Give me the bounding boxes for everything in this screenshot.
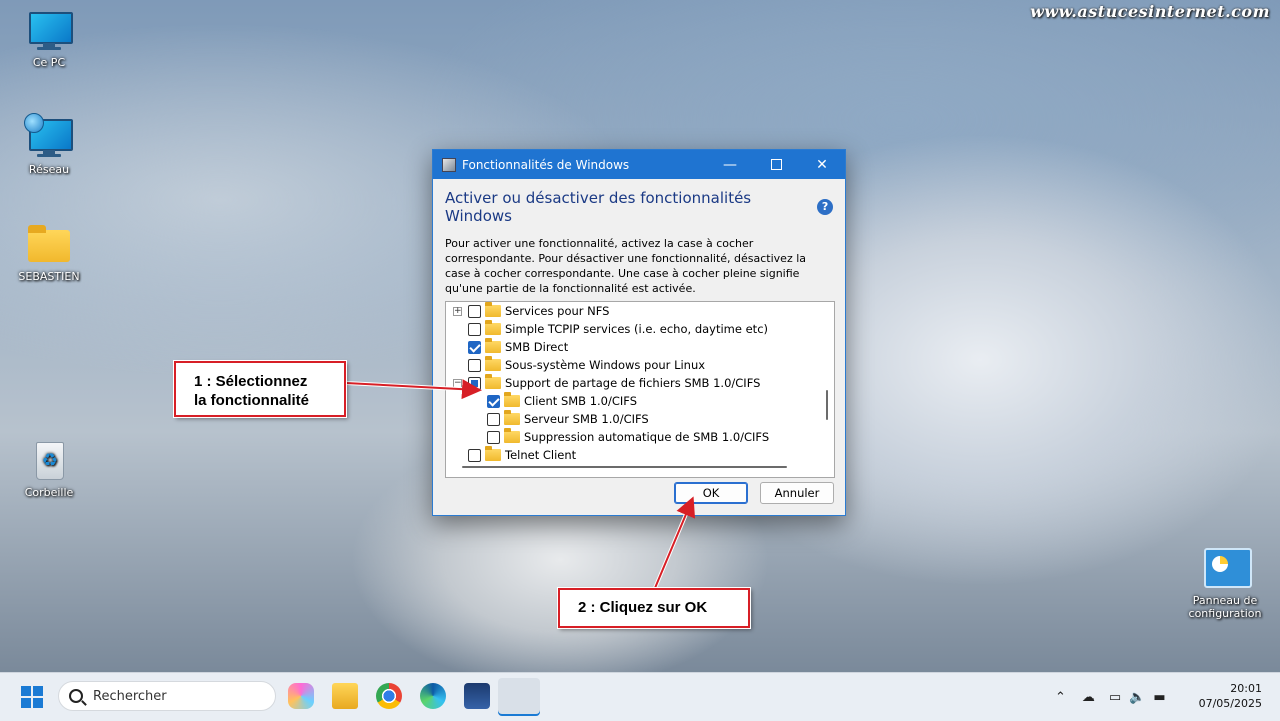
folder-icon xyxy=(504,428,520,443)
minimize-icon: — xyxy=(723,156,737,173)
maximize-icon xyxy=(770,159,782,170)
recycle-bin-icon: ♻ xyxy=(26,440,72,482)
feature-item[interactable]: Sous-système Windows pour Linux xyxy=(468,356,705,374)
network-icon xyxy=(24,113,73,159)
folder-icon xyxy=(485,320,501,335)
callout-step-2: 2 : Cliquez sur OK xyxy=(558,588,750,628)
feature-item[interactable]: Services pour NFS xyxy=(468,302,609,320)
minimize-button[interactable]: — xyxy=(707,150,753,179)
cloud-off-icon[interactable]: ☁ xyxy=(1082,690,1095,705)
dialog-titlebar[interactable]: Fonctionnalités de Windows — ✕ xyxy=(433,150,845,179)
desktop-icon-reseau[interactable]: Réseau xyxy=(9,113,89,176)
windows-features-taskbar-icon[interactable] xyxy=(498,678,540,716)
dialog-heading: Activer ou désactiver des fonctionnalité… xyxy=(445,189,752,225)
horizontal-scrollbar[interactable] xyxy=(462,466,787,468)
feature-item[interactable]: Suppression automatique de SMB 1.0/CIFS xyxy=(487,428,769,446)
collapse-icon[interactable]: − xyxy=(453,379,462,388)
feature-label: Sous-système Windows pour Linux xyxy=(505,358,706,372)
file-explorer-icon[interactable] xyxy=(332,683,358,709)
feature-item[interactable]: SMB Direct xyxy=(468,338,568,356)
windows-features-app-icon xyxy=(442,157,456,172)
desktop-icon-corbeille[interactable]: ♻ Corbeille xyxy=(9,440,89,499)
callout-text: 1 : Sélectionnez xyxy=(194,373,308,390)
clock-date: 07/05/2025 xyxy=(1198,697,1262,710)
folder-icon xyxy=(504,410,520,425)
desktop-icon-label: Panneau de configuration xyxy=(1188,594,1262,620)
expand-icon[interactable]: + xyxy=(453,307,462,316)
vertical-scrollbar[interactable] xyxy=(826,390,828,420)
feature-checkbox[interactable] xyxy=(487,412,500,426)
folder-icon xyxy=(26,224,72,266)
taskbar: Rechercher ⌃ ☁ ▭ 🔈 ▬ 20:01 07/05/2025 xyxy=(0,672,1280,721)
search-icon xyxy=(69,689,83,703)
feature-checkbox[interactable] xyxy=(468,448,481,462)
feature-checkbox[interactable] xyxy=(468,304,481,318)
callout-text: la fonctionnalité xyxy=(194,392,310,409)
feature-item[interactable]: Support de partage de fichiers SMB 1.0/C… xyxy=(468,374,760,392)
edge-icon[interactable] xyxy=(420,683,446,709)
folder-icon xyxy=(485,374,501,389)
feature-label: Simple TCPIP services (i.e. echo, daytim… xyxy=(505,322,769,336)
desktop-icon-label: Ce PC xyxy=(32,56,66,69)
desktop-icon-label: Réseau xyxy=(28,163,70,176)
close-button[interactable]: ✕ xyxy=(799,150,845,179)
close-icon: ✕ xyxy=(816,156,828,173)
chrome-icon[interactable] xyxy=(376,683,402,709)
computer-icon xyxy=(26,10,73,52)
feature-label: Services pour NFS xyxy=(505,304,610,318)
folder-icon xyxy=(504,392,520,407)
help-icon[interactable]: ? xyxy=(817,199,833,215)
feature-checkbox[interactable] xyxy=(468,340,481,354)
folder-icon xyxy=(485,446,501,461)
dialog-title: Fonctionnalités de Windows xyxy=(462,157,630,172)
feature-label: Serveur SMB 1.0/CIFS xyxy=(524,412,649,426)
feature-label: Client SMB 1.0/CIFS xyxy=(524,394,638,408)
feature-item[interactable]: Serveur SMB 1.0/CIFS xyxy=(487,410,649,428)
volume-icon[interactable]: 🔈 xyxy=(1129,690,1145,705)
feature-checkbox[interactable] xyxy=(468,358,481,372)
folder-icon xyxy=(485,338,501,353)
system-clock[interactable]: 20:01 07/05/2025 xyxy=(1199,681,1262,711)
feature-label: Telnet Client xyxy=(505,448,577,462)
feature-item[interactable]: Simple TCPIP services (i.e. echo, daytim… xyxy=(468,320,768,338)
desktop-icon-ce-pc[interactable]: Ce PC xyxy=(9,10,89,69)
feature-checkbox[interactable] xyxy=(468,322,481,336)
callout-step-1: 1 : Sélectionnez la fonctionnalité xyxy=(174,361,346,417)
desktop-icon-label: SEBASTIEN xyxy=(18,270,80,283)
battery-icon[interactable]: ▬ xyxy=(1153,690,1165,705)
control-panel-icon xyxy=(1202,548,1252,590)
desktop-icon-panneau-configuration[interactable]: Panneau de configuration xyxy=(1185,548,1265,620)
feature-checkbox[interactable] xyxy=(487,430,500,444)
network-status-icon[interactable]: ▭ xyxy=(1109,690,1121,705)
ok-button[interactable]: OK xyxy=(674,482,748,504)
feature-label: Suppression automatique de SMB 1.0/CIFS xyxy=(524,430,770,444)
feature-item[interactable]: Client SMB 1.0/CIFS xyxy=(487,392,637,410)
feature-checkbox[interactable] xyxy=(468,376,481,390)
feature-item[interactable]: Telnet Client xyxy=(468,446,576,464)
desktop-icon-label: Corbeille xyxy=(24,486,74,499)
features-tree[interactable]: + Services pour NFS Simple TCPIP service… xyxy=(445,301,835,478)
folder-icon xyxy=(485,302,501,317)
folder-icon xyxy=(485,356,501,371)
dialog-description: Pour activer une fonctionnalité, activez… xyxy=(445,237,807,295)
store-icon[interactable] xyxy=(464,683,490,709)
feature-label: Support de partage de fichiers SMB 1.0/C… xyxy=(505,376,761,390)
desktop-icon-sebastien[interactable]: SEBASTIEN xyxy=(9,224,89,283)
start-button[interactable] xyxy=(21,686,43,708)
chevron-up-icon[interactable]: ⌃ xyxy=(1055,690,1066,705)
watermark: www.astucesinternet.com xyxy=(1030,2,1270,21)
feature-checkbox[interactable] xyxy=(487,394,500,408)
callout-text: 2 : Cliquez sur OK xyxy=(578,599,708,616)
taskbar-search[interactable]: Rechercher xyxy=(58,681,276,711)
maximize-button[interactable] xyxy=(753,150,799,179)
clock-time: 20:01 xyxy=(1230,682,1262,695)
feature-label: SMB Direct xyxy=(505,340,569,354)
search-placeholder: Rechercher xyxy=(93,688,167,704)
cancel-button[interactable]: Annuler xyxy=(760,482,834,504)
windows-features-dialog: Fonctionnalités de Windows — ✕ Activer o… xyxy=(432,149,846,516)
copilot-icon[interactable] xyxy=(288,683,314,709)
